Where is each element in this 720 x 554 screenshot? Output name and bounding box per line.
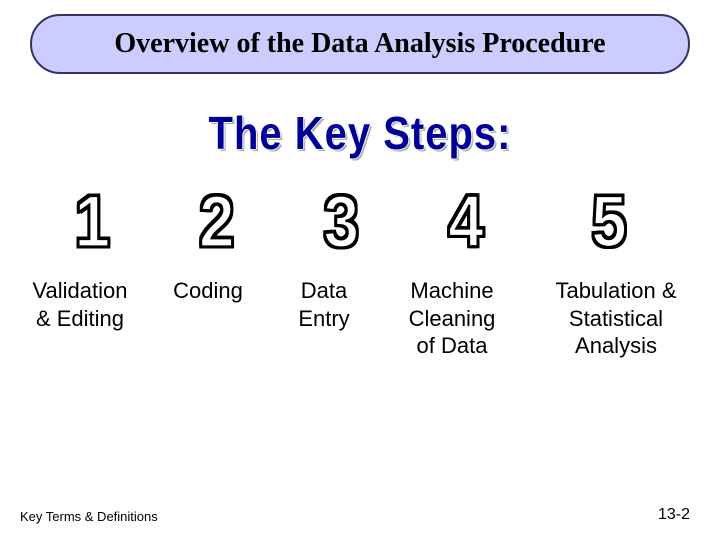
step-label-1: Validation & Editing bbox=[10, 277, 150, 360]
step-label-5-line2: Statistical bbox=[526, 305, 706, 333]
step-number-3: 3 bbox=[324, 184, 360, 258]
step-number-5: 5 bbox=[591, 184, 627, 258]
step-label-5: Tabulation & Statistical Analysis bbox=[522, 277, 710, 360]
step-number-4: 4 bbox=[448, 184, 484, 258]
title-banner: Overview of the Data Analysis Procedure bbox=[30, 14, 690, 74]
step-number-1: 1 bbox=[74, 184, 110, 258]
step-label-4: Machine Cleaning of Data bbox=[382, 277, 522, 360]
page-title: Overview of the Data Analysis Procedure bbox=[114, 28, 605, 59]
step-label-5-line3: Analysis bbox=[526, 332, 706, 360]
step-label-4-line2: Cleaning bbox=[386, 305, 518, 333]
step-label-3-line1: Data bbox=[270, 277, 378, 305]
step-label-4-line3: of Data bbox=[386, 332, 518, 360]
step-3: 3 bbox=[279, 189, 404, 253]
step-label-2: Coding bbox=[150, 277, 266, 360]
footer-left: Key Terms & Definitions bbox=[20, 509, 158, 524]
step-label-3-line2: Entry bbox=[270, 305, 378, 333]
step-2: 2 bbox=[155, 189, 280, 253]
step-labels-row: Validation & Editing Coding Data Entry M… bbox=[10, 277, 710, 360]
step-label-1-line2: & Editing bbox=[14, 305, 146, 333]
step-label-3: Data Entry bbox=[266, 277, 382, 360]
step-1: 1 bbox=[30, 189, 155, 253]
step-number-2: 2 bbox=[199, 184, 235, 258]
step-label-5-line1: Tabulation & bbox=[526, 277, 706, 305]
step-5: 5 bbox=[528, 189, 690, 253]
page-number: 13-2 bbox=[658, 506, 690, 524]
subtitle-text: The Key Steps: bbox=[209, 109, 512, 161]
step-label-1-line1: Validation bbox=[14, 277, 146, 305]
step-label-4-line1: Machine bbox=[386, 277, 518, 305]
step-4: 4 bbox=[404, 189, 529, 253]
step-label-2-line1: Coding bbox=[154, 277, 262, 305]
step-numbers-row: 1 2 3 4 5 bbox=[30, 189, 690, 253]
subtitle-container: The Key Steps: bbox=[0, 112, 720, 157]
